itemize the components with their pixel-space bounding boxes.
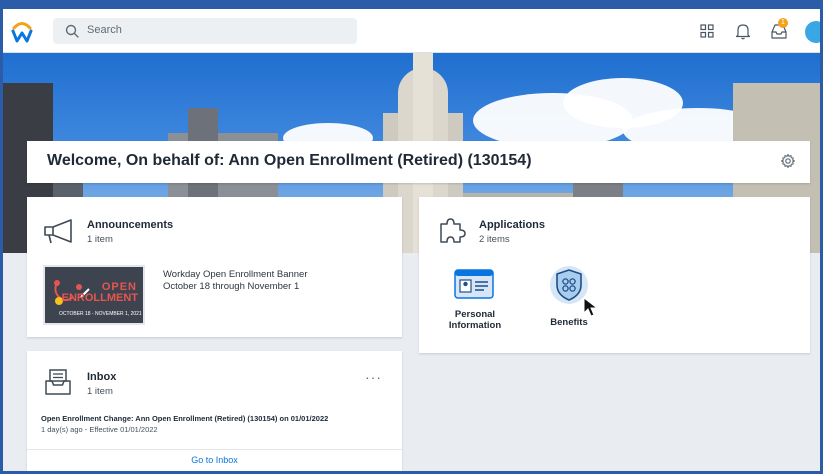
inbox-message[interactable]: Open Enrollment Change: Ann Open Enrollm…: [41, 414, 328, 423]
banner-enrollment-text: ENROLLMENT: [61, 292, 138, 304]
app-window: Search 1 Welcome, On behalf of: Ann Open…: [0, 0, 823, 474]
id-card-icon: [454, 269, 494, 299]
inbox-message-meta: 1 day(s) ago - Effective 01/01/2022: [41, 425, 158, 434]
profile-avatar[interactable]: [805, 21, 820, 43]
go-to-inbox-link[interactable]: Go to Inbox: [27, 455, 402, 465]
workday-logo-icon[interactable]: [11, 19, 33, 43]
inbox-divider: [27, 449, 402, 450]
announcements-count: 1 item: [87, 234, 113, 245]
banner-date-text: OCTOBER 18 - NOVEMBER 1, 2021: [59, 311, 142, 317]
notification-badge: 1: [778, 18, 788, 28]
announcement-item-date: October 18 through November 1: [163, 281, 300, 292]
search-placeholder: Search: [87, 24, 122, 36]
bell-icon[interactable]: [733, 21, 753, 41]
inbox-title[interactable]: Inbox: [87, 371, 116, 383]
announcements-card: Announcements 1 item OPEN ENROLLMENT OCT…: [27, 197, 402, 337]
applications-count: 2 items: [479, 234, 510, 245]
puzzle-piece-icon: [440, 218, 466, 243]
search-icon: [65, 24, 79, 38]
mouse-cursor-icon: [583, 297, 599, 317]
more-options-icon[interactable]: ···: [365, 369, 382, 385]
megaphone-icon: [44, 219, 72, 244]
applications-title[interactable]: Applications: [479, 219, 545, 231]
announcement-item-title[interactable]: Workday Open Enrollment Banner: [163, 269, 308, 280]
page-title: Welcome, On behalf of: Ann Open Enrollme…: [47, 152, 532, 169]
apps-grid-icon[interactable]: [697, 21, 717, 41]
inbox-icon: [45, 369, 71, 395]
app-label-personal-information: Personal Information: [448, 309, 502, 331]
open-enrollment-banner-thumbnail[interactable]: OPEN ENROLLMENT OCTOBER 18 - NOVEMBER 1,…: [43, 265, 145, 325]
announcements-title[interactable]: Announcements: [87, 219, 173, 231]
welcome-card: Welcome, On behalf of: Ann Open Enrollme…: [27, 141, 810, 183]
inbox-count: 1 item: [87, 386, 113, 397]
search-input[interactable]: Search: [53, 18, 357, 44]
app-personal-information[interactable]: Personal Information: [449, 269, 501, 349]
gear-icon[interactable]: [780, 153, 796, 169]
inbox-card: Inbox 1 item ··· Open Enrollment Change:…: [27, 351, 402, 471]
applications-card: Applications 2 items Personal Informatio…: [419, 197, 810, 353]
top-bar: Search 1: [3, 9, 820, 53]
